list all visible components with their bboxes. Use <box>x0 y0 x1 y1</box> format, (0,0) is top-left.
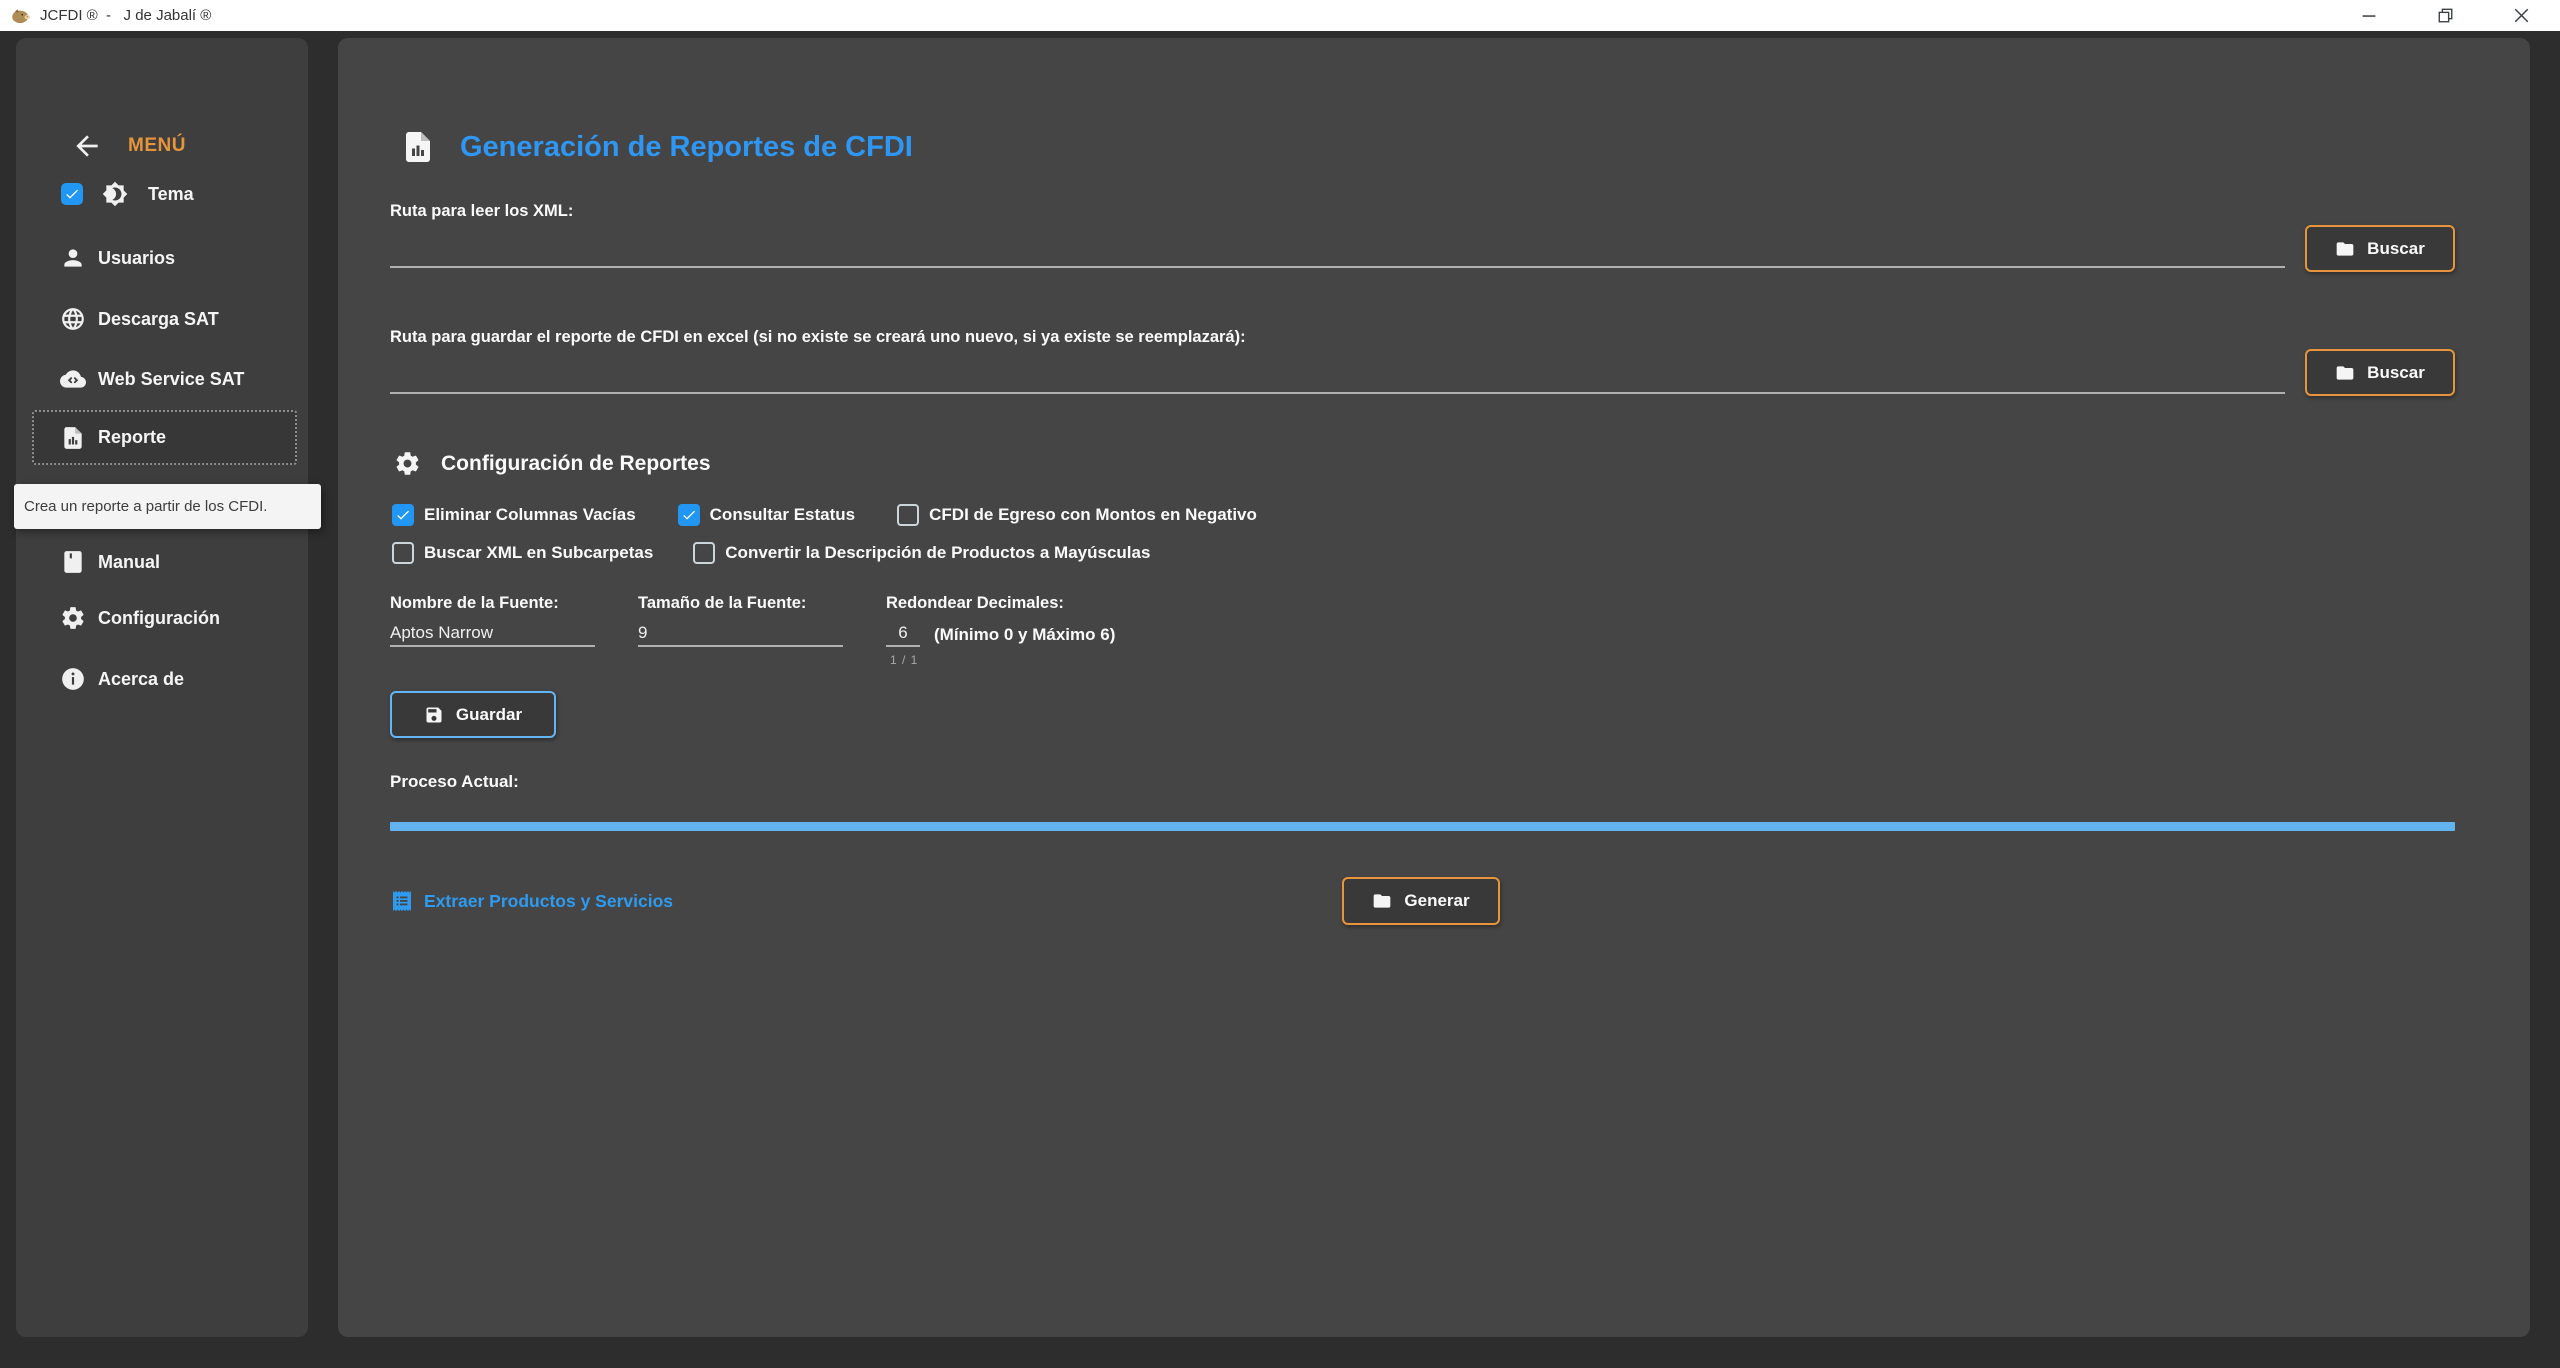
sidebar-item-acerca-de[interactable]: Acerca de <box>16 659 308 699</box>
cloud-code-icon <box>60 366 86 392</box>
decimals-hint: (Mínimo 0 y Máximo 6) <box>934 625 1115 647</box>
menu-header: MENÚ <box>64 130 186 162</box>
progress-fill <box>390 822 2455 831</box>
window-title: JCFDI ® - J de Jabalí ® <box>40 7 211 24</box>
font-size-field: Tamaño de la Fuente: <box>638 594 843 647</box>
xml-path-label: Ruta para leer los XML: <box>390 202 573 221</box>
checkbox-icon[interactable] <box>678 504 700 526</box>
window-titlebar: JCFDI ® - J de Jabalí ® <box>0 0 2560 31</box>
sidebar-item-manual[interactable]: Manual <box>16 542 308 582</box>
report-options-row-2: Buscar XML en Subcarpetas Convertir la D… <box>392 542 1150 564</box>
info-icon <box>60 666 86 692</box>
page-title: Generación de Reportes de CFDI <box>460 131 913 164</box>
font-size-input[interactable] <box>638 621 843 647</box>
checkbox-icon[interactable] <box>693 542 715 564</box>
decimals-field: Redondear Decimales: (Mínimo 0 y Máximo … <box>886 594 1115 667</box>
checkbox-icon[interactable] <box>897 504 919 526</box>
folder-icon <box>2335 363 2355 383</box>
save-button[interactable]: Guardar <box>390 691 556 738</box>
font-name-input[interactable] <box>390 621 595 647</box>
option-consultar-estatus[interactable]: Consultar Estatus <box>678 504 855 526</box>
option-cfdi-egreso-negativo[interactable]: CFDI de Egreso con Montos en Negativo <box>897 504 1257 526</box>
checkbox-icon[interactable] <box>392 504 414 526</box>
config-section-header: Configuración de Reportes <box>394 450 711 477</box>
option-eliminar-columnas-vacias[interactable]: Eliminar Columnas Vacías <box>392 504 636 526</box>
tooltip-text: Crea un reporte a partir de los CFDI. <box>24 498 267 515</box>
receipt-icon <box>390 888 414 914</box>
sidebar-item-descarga-sat[interactable]: Descarga SAT <box>16 299 308 339</box>
report-header-icon <box>400 124 436 170</box>
extract-products-link[interactable]: Extraer Productos y Servicios <box>390 888 673 914</box>
sidebar-item-reporte[interactable]: Reporte <box>32 410 297 465</box>
folder-icon <box>1372 891 1392 911</box>
sidebar-item-tema[interactable]: Tema <box>16 174 308 214</box>
excel-path-label: Ruta para guardar el reporte de CFDI en … <box>390 328 1246 347</box>
main-panel: Generación de Reportes de CFDI Ruta para… <box>338 38 2530 1337</box>
restore-button[interactable] <box>2430 4 2460 28</box>
boar-app-icon <box>10 6 32 26</box>
font-size-label: Tamaño de la Fuente: <box>638 594 843 613</box>
process-progress-bar <box>390 822 2455 831</box>
decimals-input[interactable] <box>886 621 920 647</box>
book-icon <box>60 549 86 575</box>
xml-browse-button[interactable]: Buscar <box>2305 225 2455 272</box>
menu-title: MENÚ <box>128 135 186 157</box>
config-section-title: Configuración de Reportes <box>441 452 711 476</box>
restore-icon <box>2438 8 2453 23</box>
sidebar: MENÚ Tema Usuarios Descarga SAT Web Serv… <box>16 38 308 1337</box>
tema-checkbox[interactable] <box>61 183 83 205</box>
close-icon <box>2514 8 2529 23</box>
excel-browse-button[interactable]: Buscar <box>2305 349 2455 396</box>
generate-button[interactable]: Generar <box>1342 877 1500 925</box>
minimize-button[interactable] <box>2354 4 2384 28</box>
sidebar-item-web-service-sat[interactable]: Web Service SAT <box>16 359 308 399</box>
gear-icon <box>60 605 86 631</box>
globe-icon <box>60 306 86 332</box>
report-icon <box>60 425 86 451</box>
check-icon <box>64 186 80 202</box>
reporte-tooltip: Crea un reporte a partir de los CFDI. <box>14 484 321 529</box>
page-header: Generación de Reportes de CFDI <box>400 124 913 170</box>
option-buscar-xml-subcarpetas[interactable]: Buscar XML en Subcarpetas <box>392 542 653 564</box>
minimize-icon <box>2362 9 2376 23</box>
checkbox-icon[interactable] <box>392 542 414 564</box>
sidebar-item-usuarios[interactable]: Usuarios <box>16 238 308 278</box>
window-controls <box>2354 4 2560 28</box>
report-options-row-1: Eliminar Columnas Vacías Consultar Estat… <box>392 504 1257 526</box>
decimals-counter: 1 / 1 <box>890 653 1115 667</box>
theme-icon <box>102 181 128 207</box>
close-button[interactable] <box>2506 4 2536 28</box>
person-icon <box>60 245 86 271</box>
font-name-label: Nombre de la Fuente: <box>390 594 595 613</box>
sidebar-item-configuracion[interactable]: Configuración <box>16 598 308 638</box>
folder-icon <box>2335 239 2355 259</box>
gear-icon <box>394 450 421 477</box>
excel-path-input[interactable] <box>390 364 2285 394</box>
xml-path-input[interactable] <box>390 238 2285 268</box>
save-icon <box>424 705 444 725</box>
process-label: Proceso Actual: <box>390 772 519 792</box>
decimals-label: Redondear Decimales: <box>886 594 1115 613</box>
option-convertir-descripcion-mayusculas[interactable]: Convertir la Descripción de Productos a … <box>693 542 1150 564</box>
back-arrow-icon[interactable] <box>64 130 110 162</box>
font-name-field: Nombre de la Fuente: <box>390 594 595 647</box>
